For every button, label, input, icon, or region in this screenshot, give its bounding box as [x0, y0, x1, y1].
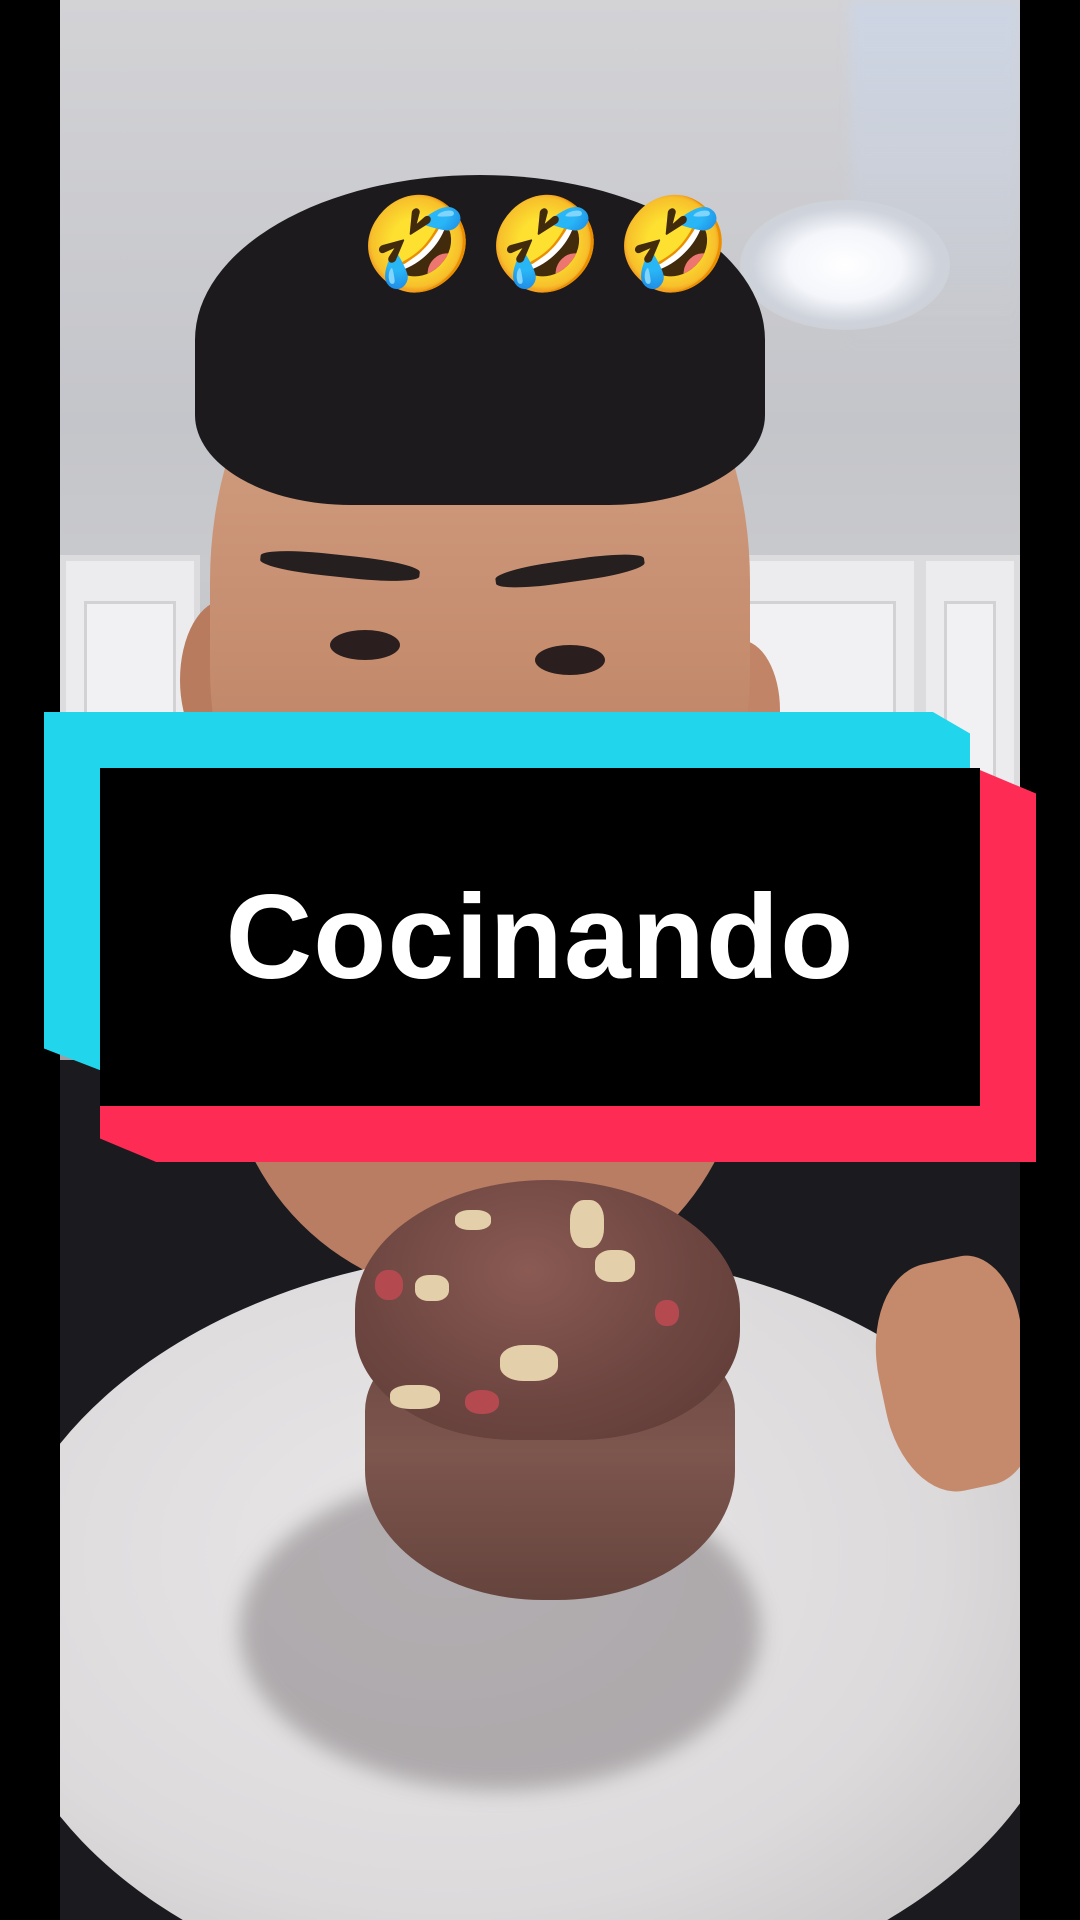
title-text: Cocinando [225, 870, 855, 1004]
rolling-laughing-emoji-icon: 🤣 [488, 191, 603, 298]
ceiling-light [740, 200, 950, 330]
person-eye-right [535, 645, 605, 675]
rolling-laughing-emoji-icon: 🤣 [616, 191, 731, 298]
video-frame[interactable]: 🤣 🤣 🤣 Cocinando [0, 0, 1080, 1920]
person-eye-left [330, 630, 400, 660]
title-card: Cocinando [100, 768, 980, 1106]
rolling-laughing-emoji-icon: 🤣 [360, 191, 475, 298]
mug-cake-top [355, 1180, 740, 1440]
emoji-row: 🤣 🤣 🤣 [360, 191, 731, 298]
